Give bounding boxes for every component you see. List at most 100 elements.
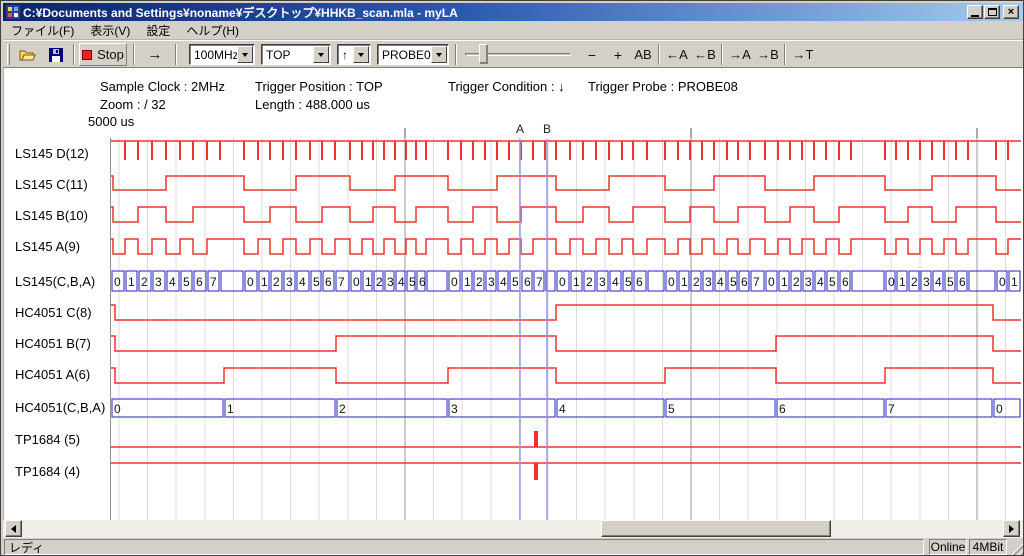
ls145-bus-value: 3 xyxy=(387,275,394,289)
ls145-bus-value: 3 xyxy=(286,275,293,289)
minimize-button[interactable] xyxy=(967,5,983,19)
zoom-slider[interactable] xyxy=(465,44,571,65)
ls145-bus-value: 2 xyxy=(586,275,593,289)
ls145-bus-value: 1 xyxy=(781,275,788,289)
dropdown-arrow-icon[interactable] xyxy=(353,46,369,63)
open-folder-icon xyxy=(19,48,37,62)
open-file-button[interactable] xyxy=(15,43,41,66)
hc4051-bus-value: 6 xyxy=(779,402,786,416)
move-b-left-button[interactable]: ←B xyxy=(692,43,718,66)
ls145-bus-value: 7 xyxy=(210,275,217,289)
horizontal-scrollbar[interactable] xyxy=(3,520,1023,538)
hc4051-bus-cell xyxy=(225,399,335,417)
wave-ls145-c xyxy=(111,176,1021,190)
ls145-bus-value: 2 xyxy=(273,275,280,289)
ls145-bus-value: 4 xyxy=(717,275,724,289)
menu-settings[interactable]: 設定 xyxy=(138,20,178,41)
ls145-bus-value: 4 xyxy=(169,275,176,289)
ls145-bus-value: 4 xyxy=(500,275,507,289)
waveform-plot: 0123456701234567012345601234567012345601… xyxy=(3,68,1023,520)
ls145-bus-value: 3 xyxy=(488,275,495,289)
hc4051-bus-cell xyxy=(557,399,664,417)
ls145-bus-value: 4 xyxy=(817,275,824,289)
ls145-bus-value: 5 xyxy=(512,275,519,289)
resize-grip[interactable] xyxy=(1010,542,1023,555)
hc4051-bus-value: 3 xyxy=(451,402,458,416)
ls145-bus-value: 1 xyxy=(681,275,688,289)
ls145-bus-value: 7 xyxy=(753,275,760,289)
menu-file[interactable]: ファイル(F) xyxy=(3,20,82,41)
toolbar-grip xyxy=(7,44,10,65)
ls145-bus-value: 5 xyxy=(947,275,954,289)
trigger-position-select[interactable]: TOP xyxy=(261,44,331,65)
scrollbar-thumb[interactable] xyxy=(601,520,831,537)
tp1684-4-pulse xyxy=(534,463,538,480)
ls145-bus-value: 4 xyxy=(299,275,306,289)
trigger-probe-select[interactable]: PROBE00 xyxy=(377,44,449,65)
tp1684-5-pulse xyxy=(534,431,538,447)
hc4051-bus-value: 5 xyxy=(668,402,675,416)
ls145-bus-value: 4 xyxy=(398,275,405,289)
window-title: C:¥Documents and Settings¥noname¥デスクトップ¥… xyxy=(23,4,458,21)
goto-trigger-button[interactable]: →T xyxy=(790,43,816,66)
stop-icon xyxy=(82,50,92,60)
zoom-out-button[interactable]: − xyxy=(581,43,603,66)
ls145-bus-value: 3 xyxy=(155,275,162,289)
titlebar[interactable]: C:¥Documents and Settings¥noname¥デスクトップ¥… xyxy=(3,3,1023,21)
zoom-ab-button[interactable]: AB xyxy=(631,43,655,66)
ls145-bus-value: 6 xyxy=(524,275,531,289)
slider-thumb[interactable] xyxy=(479,44,488,64)
move-a-left-button[interactable]: ←A xyxy=(664,43,690,66)
wave-hc4051-a xyxy=(111,368,1021,383)
ls145-bus-cell xyxy=(221,271,243,291)
ls145-bus-cell xyxy=(852,271,884,291)
sample-clock-select[interactable]: 100MHz xyxy=(189,44,255,65)
ls145-bus-value: 0 xyxy=(353,275,360,289)
scroll-right-button[interactable] xyxy=(1003,520,1020,537)
app-icon xyxy=(6,5,20,19)
ls145-bus-value: 6 xyxy=(959,275,966,289)
ls145-bus-value: 1 xyxy=(261,275,268,289)
menu-help[interactable]: ヘルプ(H) xyxy=(178,20,247,41)
ls145-bus-value: 0 xyxy=(451,275,458,289)
hc4051-bus-value: 0 xyxy=(996,402,1003,416)
ls145-bus-value: 5 xyxy=(625,275,632,289)
move-a-right-button[interactable]: →A xyxy=(727,43,753,66)
ls145-bus-value: 6 xyxy=(196,275,203,289)
dropdown-arrow-icon[interactable] xyxy=(431,46,447,63)
close-button[interactable]: × xyxy=(1003,5,1019,19)
scroll-left-button[interactable] xyxy=(5,520,22,537)
dropdown-arrow-icon[interactable] xyxy=(237,46,253,63)
ls145-bus-value: 1 xyxy=(899,275,906,289)
ls145-bus-cell xyxy=(969,271,995,291)
ls145-bus-value: 1 xyxy=(464,275,471,289)
wave-ls145-a xyxy=(111,239,1021,254)
ls145-bus-value: 5 xyxy=(730,275,737,289)
ls145-bus-value: 5 xyxy=(183,275,190,289)
hc4051-bus-value: 2 xyxy=(339,402,346,416)
status-online: Online xyxy=(929,539,967,555)
dropdown-arrow-icon[interactable] xyxy=(313,46,329,63)
ls145-bus-value: 0 xyxy=(114,275,121,289)
ls145-bus-value: 6 xyxy=(741,275,748,289)
toolbar-separator xyxy=(133,44,135,65)
ls145-bus-value: 2 xyxy=(376,275,383,289)
save-button[interactable] xyxy=(43,43,69,66)
stop-button[interactable]: Stop xyxy=(79,43,127,66)
trigger-edge-select[interactable]: ↑ xyxy=(337,44,371,65)
ls145-bus-value: 2 xyxy=(793,275,800,289)
ls145-bus-value: 1 xyxy=(365,275,372,289)
maximize-button[interactable] xyxy=(984,5,1000,19)
ls145-bus-value: 7 xyxy=(338,275,345,289)
hc4051-bus-cell xyxy=(449,399,555,417)
toolbar-separator xyxy=(175,44,177,65)
menu-view[interactable]: 表示(V) xyxy=(82,20,138,41)
wave-hc4051-b xyxy=(111,336,1021,351)
run-button[interactable]: → xyxy=(141,43,169,66)
move-b-right-button[interactable]: →B xyxy=(755,43,781,66)
zoom-in-button[interactable]: + xyxy=(607,43,629,66)
ls145-bus-cell xyxy=(427,271,447,291)
hc4051-bus-cell xyxy=(886,399,992,417)
ls145-bus-value: 2 xyxy=(693,275,700,289)
ls145-bus-value: 5 xyxy=(829,275,836,289)
